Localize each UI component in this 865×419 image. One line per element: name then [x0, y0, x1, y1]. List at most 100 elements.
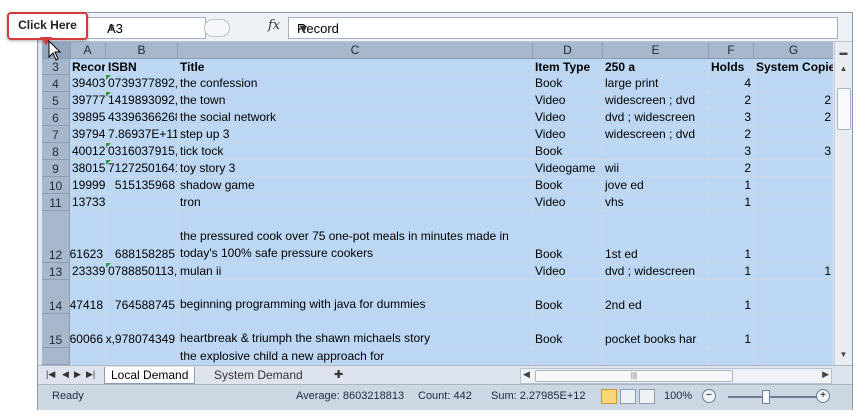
- column-header-c[interactable]: C: [178, 42, 533, 58]
- table-cell[interactable]: [754, 194, 833, 211]
- formula-input[interactable]: Record ▼: [288, 17, 838, 39]
- next-sheet-icon[interactable]: ▶: [74, 369, 81, 380]
- error-indicator-icon[interactable]: [106, 75, 111, 80]
- error-indicator-icon[interactable]: [106, 143, 111, 148]
- last-sheet-icon[interactable]: ▶|: [86, 369, 95, 380]
- row-header[interactable]: 6: [42, 109, 70, 126]
- table-cell[interactable]: 2nd ed: [603, 280, 709, 314]
- table-cell[interactable]: tick tock: [178, 143, 533, 160]
- table-cell[interactable]: [754, 160, 833, 177]
- column-header-g[interactable]: G: [754, 42, 833, 58]
- scroll-right-icon[interactable]: ▶: [822, 369, 829, 380]
- table-cell[interactable]: Book: [533, 75, 603, 92]
- table-cell[interactable]: shadow game: [178, 177, 533, 194]
- worksheet-grid[interactable]: ABCDEFG 3 RecordISBN Title Item Type 250 a Ho…: [42, 42, 833, 365]
- table-cell[interactable]: 247418: [70, 280, 106, 314]
- table-cell[interactable]: Record: [70, 59, 106, 75]
- table-cell[interactable]: widescreen ; dvd: [603, 126, 709, 143]
- tab-system-demand[interactable]: System Demand: [208, 367, 309, 383]
- table-cell[interactable]: 1: [709, 263, 754, 280]
- table-cell[interactable]: dvd ; widescreen: [603, 109, 709, 126]
- expand-formula-bar-icon[interactable]: ▼: [297, 21, 310, 36]
- table-cell[interactable]: 397948: [70, 126, 106, 143]
- table-cell[interactable]: jove ed: [603, 177, 709, 194]
- table-cell[interactable]: Videogame: [533, 160, 603, 177]
- error-indicator-icon[interactable]: [106, 160, 111, 165]
- table-cell[interactable]: 0788850113,786936231: [106, 263, 178, 280]
- column-header-b[interactable]: B: [106, 42, 178, 58]
- table-cell[interactable]: 250 a: [603, 59, 709, 75]
- table-cell[interactable]: Title: [178, 59, 533, 75]
- table-cell[interactable]: 3: [754, 143, 833, 160]
- table-cell[interactable]: 2: [754, 109, 833, 126]
- table-cell[interactable]: [754, 177, 833, 194]
- zoom-out-icon[interactable]: −: [702, 389, 716, 403]
- table-cell[interactable]: 1st ed: [603, 211, 709, 263]
- row-header[interactable]: 9: [42, 160, 70, 177]
- zoom-slider[interactable]: [728, 396, 824, 398]
- table-cell[interactable]: 2: [709, 160, 754, 177]
- table-cell[interactable]: Video: [533, 92, 603, 109]
- table-cell[interactable]: [754, 314, 833, 348]
- scroll-up-icon[interactable]: ▲: [837, 62, 850, 75]
- table-cell[interactable]: [709, 348, 754, 365]
- table-cell[interactable]: 43396366268: [106, 109, 178, 126]
- table-cell[interactable]: vhs: [603, 194, 709, 211]
- table-cell[interactable]: [754, 211, 833, 263]
- table-cell[interactable]: 61623: [70, 211, 106, 263]
- row-header[interactable]: 13: [42, 263, 70, 280]
- vertical-scroll-thumb[interactable]: [837, 88, 851, 130]
- table-cell[interactable]: 1: [709, 177, 754, 194]
- table-cell[interactable]: 0739377892,978073937: [106, 75, 178, 92]
- row-header[interactable]: 10: [42, 177, 70, 194]
- horizontal-scroll-thumb[interactable]: |||: [535, 370, 733, 382]
- table-cell[interactable]: Video: [533, 109, 603, 126]
- table-cell[interactable]: Item Type: [533, 59, 603, 75]
- table-cell[interactable]: Book: [533, 143, 603, 160]
- table-cell[interactable]: Video: [533, 126, 603, 143]
- table-cell[interactable]: [106, 194, 178, 211]
- table-cell[interactable]: tron: [178, 194, 533, 211]
- table-cell[interactable]: 137339: [70, 194, 106, 211]
- table-cell[interactable]: ISBN: [106, 59, 178, 75]
- zoom-level[interactable]: 100%: [664, 390, 692, 402]
- table-cell[interactable]: Book: [533, 211, 603, 263]
- table-cell[interactable]: 260066: [70, 314, 106, 348]
- table-cell[interactable]: the social network: [178, 109, 533, 126]
- table-cell[interactable]: 4: [709, 75, 754, 92]
- row-header[interactable]: [42, 348, 70, 365]
- table-cell[interactable]: Holds: [709, 59, 754, 75]
- page-break-view-icon[interactable]: [639, 389, 655, 404]
- tab-local-demand[interactable]: Local Demand: [104, 367, 196, 384]
- table-cell[interactable]: heartbreak & triumph the shawn michaels …: [178, 314, 533, 348]
- horizontal-scrollbar[interactable]: ◀ ||| ▶: [520, 368, 832, 384]
- table-cell[interactable]: [754, 126, 833, 143]
- table-cell[interactable]: 2: [709, 126, 754, 143]
- insert-function-icon[interactable]: fx: [268, 18, 280, 33]
- table-cell[interactable]: 1: [754, 263, 833, 280]
- row-header[interactable]: 11: [42, 194, 70, 211]
- table-cell[interactable]: 1: [709, 314, 754, 348]
- table-cell[interactable]: 3: [709, 109, 754, 126]
- table-cell[interactable]: large print: [603, 75, 709, 92]
- column-header-a[interactable]: A: [70, 42, 106, 58]
- first-sheet-icon[interactable]: |◀: [46, 369, 55, 380]
- table-cell[interactable]: 712725016418,7127250: [106, 160, 178, 177]
- table-cell[interactable]: 515135968: [106, 177, 178, 194]
- table-cell[interactable]: Book: [533, 177, 603, 194]
- table-cell[interactable]: [533, 348, 603, 365]
- table-cell[interactable]: 074349380x,978074349: [106, 314, 178, 348]
- table-cell[interactable]: the explosive child a new approach for: [178, 348, 533, 365]
- table-cell[interactable]: mulan ii: [178, 263, 533, 280]
- table-cell[interactable]: [603, 143, 709, 160]
- table-cell[interactable]: 380152: [70, 160, 106, 177]
- table-cell[interactable]: 1: [709, 194, 754, 211]
- split-bar-icon[interactable]: ▬: [837, 46, 850, 59]
- table-cell[interactable]: 397771: [70, 92, 106, 109]
- column-header-f[interactable]: F: [709, 42, 754, 58]
- table-cell[interactable]: 400129: [70, 143, 106, 160]
- table-cell[interactable]: 398951: [70, 109, 106, 126]
- table-cell[interactable]: [754, 75, 833, 92]
- error-indicator-icon[interactable]: [106, 263, 111, 268]
- table-cell[interactable]: [106, 348, 178, 365]
